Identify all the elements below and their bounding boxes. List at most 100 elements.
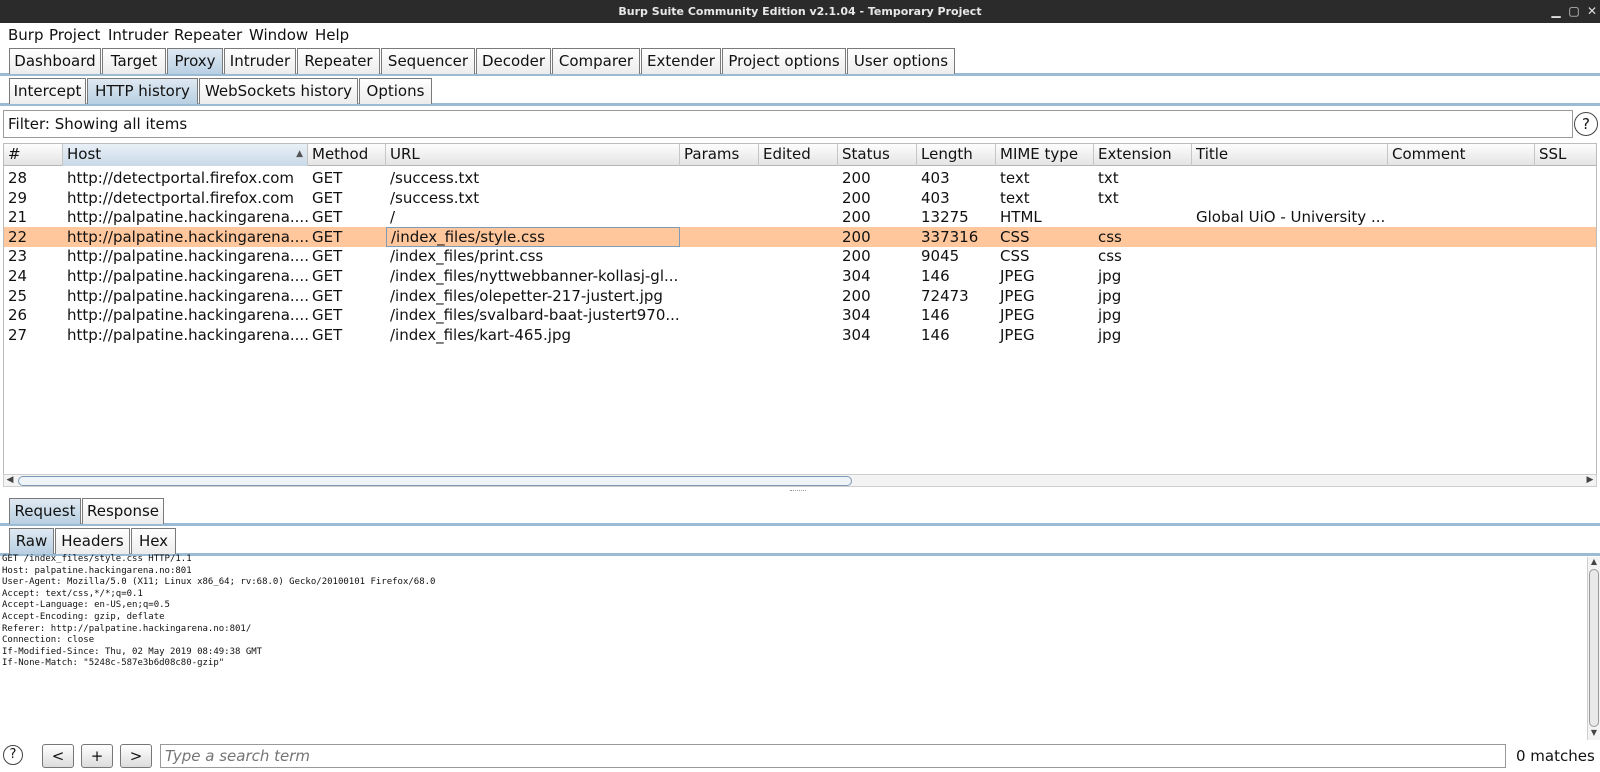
cell-ssl bbox=[1535, 207, 1596, 227]
tab-options[interactable]: Options bbox=[359, 78, 432, 104]
search-next-button[interactable]: > bbox=[120, 744, 152, 768]
tab-user-options[interactable]: User options bbox=[847, 48, 955, 74]
tab-raw[interactable]: Raw bbox=[9, 528, 54, 554]
cell-status: 200 bbox=[842, 247, 871, 266]
cell-host: http://palpatine.hackingarena.... bbox=[67, 208, 308, 227]
col-method[interactable]: Method bbox=[308, 144, 386, 166]
cell-method: GET bbox=[312, 169, 343, 187]
tab-project-options[interactable]: Project options bbox=[722, 48, 846, 74]
tab-http-history[interactable]: HTTP history bbox=[87, 78, 198, 104]
cell-params bbox=[680, 266, 759, 286]
tab-hex[interactable]: Hex bbox=[131, 528, 176, 554]
col-url[interactable]: URL bbox=[386, 144, 680, 166]
cell-url: /index_files/print.css bbox=[390, 247, 544, 266]
tab-intercept[interactable]: Intercept bbox=[9, 78, 86, 104]
request-line: Accept: text/css,*/*;q=0.1 bbox=[2, 588, 143, 599]
search-input[interactable] bbox=[160, 744, 1506, 768]
col-title[interactable]: Title bbox=[1192, 144, 1388, 166]
cell-number: 23 bbox=[8, 247, 28, 266]
search-help-icon[interactable]: ? bbox=[3, 745, 23, 765]
table-header: # Host ▲ Method URL Params Edited Status … bbox=[4, 144, 1596, 166]
col-mime-type[interactable]: MIME type bbox=[996, 144, 1094, 166]
col-extension[interactable]: Extension bbox=[1094, 144, 1192, 166]
request-line: User-Agent: Mozilla/5.0 (X11; Linux x86_… bbox=[2, 577, 436, 588]
tab-websockets-history[interactable]: WebSockets history bbox=[199, 78, 358, 104]
menu-project[interactable]: Project bbox=[49, 25, 100, 45]
tab-dashboard[interactable]: Dashboard bbox=[9, 48, 101, 74]
cell-length: 146 bbox=[921, 306, 950, 325]
table-row[interactable]: 25 http://palpatine.hackingarena.... GET/i… bbox=[4, 286, 1596, 306]
cell-ssl bbox=[1535, 246, 1596, 266]
table-row[interactable]: 27 http://palpatine.hackingarena.... GET/i… bbox=[4, 325, 1596, 345]
cell-number: 24 bbox=[8, 267, 28, 285]
menu-burp[interactable]: Burp bbox=[8, 25, 44, 45]
tab-response[interactable]: Response bbox=[82, 498, 164, 524]
cell-status: 200 bbox=[842, 208, 871, 227]
table-horizontal-scrollbar[interactable]: ◀ ▶ bbox=[3, 474, 1597, 487]
raw-vertical-scrollbar[interactable]: ▲ ▼ bbox=[1587, 557, 1600, 740]
search-bar: ? < + > 0 matches bbox=[0, 742, 1600, 772]
filter-help-icon[interactable]: ? bbox=[1574, 112, 1598, 136]
table-row[interactable]: 28 http://detectportal.firefox.com GET/suc… bbox=[4, 168, 1596, 188]
search-add-button[interactable]: + bbox=[81, 744, 113, 768]
cell-ssl bbox=[1535, 305, 1596, 325]
col-ssl[interactable]: SSL bbox=[1535, 144, 1596, 166]
tab-target[interactable]: Target bbox=[102, 48, 166, 74]
tab-intruder[interactable]: Intruder bbox=[224, 48, 296, 74]
col-edited[interactable]: Edited bbox=[759, 144, 838, 166]
raw-request-editor[interactable]: GET /index_files/style.css HTTP/1.1 Host… bbox=[0, 554, 1586, 740]
scrollbar-thumb[interactable] bbox=[1589, 569, 1599, 727]
request-line: If-Modified-Since: Thu, 02 May 2019 08:4… bbox=[2, 646, 263, 657]
table-row[interactable]: 24 http://palpatine.hackingarena.... GET/i… bbox=[4, 266, 1596, 286]
table-row[interactable]: 23 http://palpatine.hackingarena.... GET/i… bbox=[4, 246, 1596, 266]
cell-ssl bbox=[1535, 325, 1596, 345]
split-pane-divider[interactable] bbox=[790, 490, 806, 492]
menu-window[interactable]: Window bbox=[249, 25, 308, 45]
cell-length: 403 bbox=[921, 169, 950, 187]
cell-mime-type: text bbox=[1000, 169, 1030, 187]
cell-edited bbox=[759, 325, 838, 345]
cell-comment bbox=[1388, 168, 1535, 188]
scroll-left-icon[interactable]: ◀ bbox=[4, 474, 16, 487]
scroll-down-icon[interactable]: ▼ bbox=[1588, 728, 1600, 737]
scrollbar-thumb[interactable] bbox=[18, 476, 852, 486]
tab-extender[interactable]: Extender bbox=[641, 48, 721, 74]
col-status[interactable]: Status bbox=[838, 144, 917, 166]
cell-url: /index_files/kart-465.jpg bbox=[390, 325, 571, 344]
tab-request[interactable]: Request bbox=[9, 498, 81, 524]
request-line: Connection: close bbox=[2, 635, 95, 646]
minimize-icon[interactable]: ▁ bbox=[1548, 0, 1564, 23]
cell-method: GET bbox=[312, 247, 343, 266]
table-row[interactable]: 26 http://palpatine.hackingarena.... GET/i… bbox=[4, 305, 1596, 325]
cell-number: 25 bbox=[8, 286, 28, 305]
col-host-label: Host bbox=[67, 145, 102, 163]
col-length[interactable]: Length bbox=[917, 144, 996, 166]
table-row[interactable]: 29 http://detectportal.firefox.com GET/suc… bbox=[4, 188, 1596, 208]
table-row[interactable]: 22 http://palpatine.hackingarena.... GET/i… bbox=[4, 226, 1596, 247]
cell-title bbox=[1192, 168, 1388, 188]
col-comment[interactable]: Comment bbox=[1388, 144, 1535, 166]
menu-intruder[interactable]: Intruder bbox=[108, 25, 168, 45]
tab-headers[interactable]: Headers bbox=[55, 528, 130, 554]
tab-decoder[interactable]: Decoder bbox=[476, 48, 551, 74]
menu-help[interactable]: Help bbox=[315, 25, 349, 45]
close-icon[interactable]: ✕ bbox=[1584, 0, 1600, 23]
tab-repeater[interactable]: Repeater bbox=[297, 48, 380, 74]
scroll-right-icon[interactable]: ▶ bbox=[1584, 474, 1596, 487]
tab-comparer[interactable]: Comparer bbox=[552, 48, 640, 74]
filter-bar[interactable]: Filter: Showing all items bbox=[3, 110, 1573, 138]
cell-mime-type: HTML bbox=[1000, 208, 1042, 227]
cell-url: /index_files/style.css bbox=[386, 226, 680, 247]
cell-length: 72473 bbox=[921, 286, 969, 305]
search-previous-button[interactable]: < bbox=[42, 744, 74, 768]
table-row[interactable]: 21 http://palpatine.hackingarena.... GET / 2… bbox=[4, 207, 1596, 227]
menu-repeater[interactable]: Repeater bbox=[174, 25, 242, 45]
col-host[interactable]: Host ▲ bbox=[63, 144, 308, 166]
scroll-up-icon[interactable]: ▲ bbox=[1588, 557, 1600, 566]
tab-proxy[interactable]: Proxy bbox=[167, 48, 223, 74]
col-number[interactable]: # bbox=[4, 144, 63, 166]
cell-host: http://palpatine.hackingarena.... bbox=[67, 325, 308, 344]
maximize-icon[interactable]: ▢ bbox=[1566, 0, 1582, 23]
col-params[interactable]: Params bbox=[680, 144, 759, 166]
tab-sequencer[interactable]: Sequencer bbox=[381, 48, 475, 74]
